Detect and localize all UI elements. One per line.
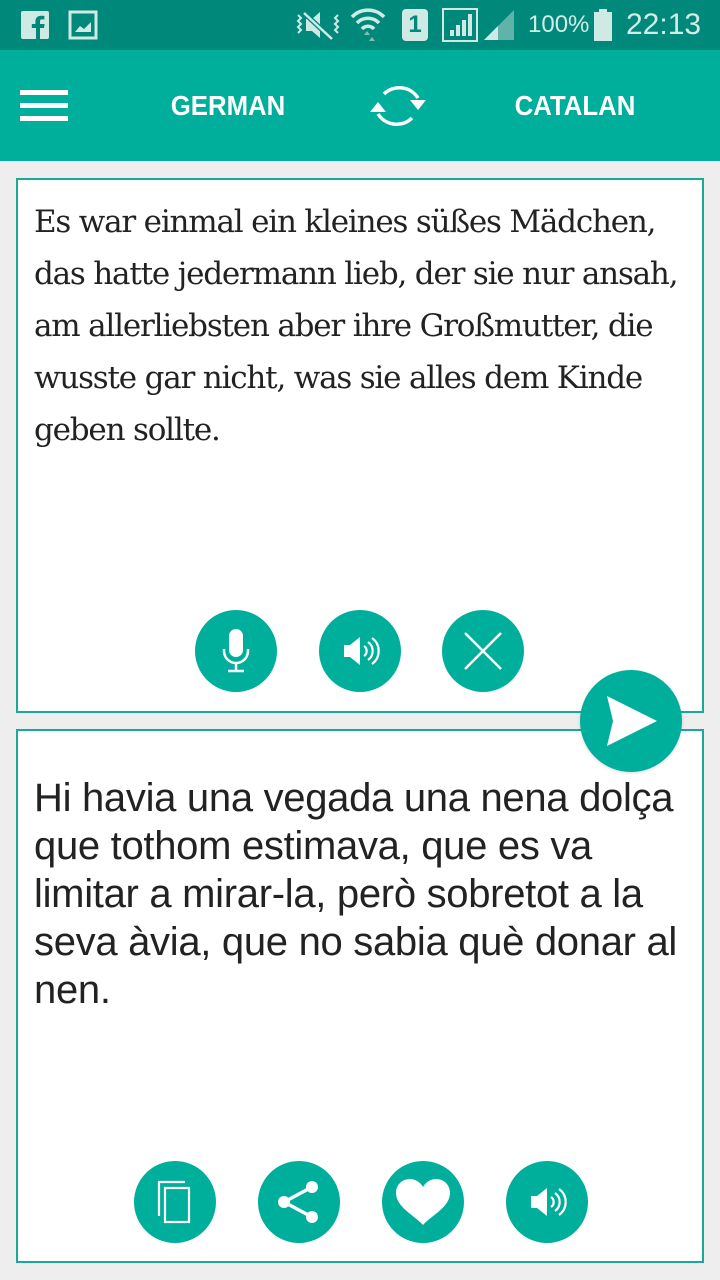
microphone-button[interactable] xyxy=(195,610,277,692)
swap-languages-button[interactable] xyxy=(362,76,434,136)
battery-icon xyxy=(594,0,612,50)
speaker-icon xyxy=(344,637,380,665)
wifi-icon xyxy=(350,0,386,50)
facebook-icon xyxy=(20,0,50,50)
sim-1-icon: 1 xyxy=(402,0,428,50)
share-icon xyxy=(278,1181,318,1223)
image-icon xyxy=(68,0,98,50)
source-language-button[interactable]: GERMAN xyxy=(154,50,301,161)
send-icon xyxy=(607,696,657,746)
swap-languages-icon xyxy=(370,85,426,127)
microphone-icon xyxy=(222,629,250,673)
battery-percent: 100% xyxy=(528,11,590,38)
share-button[interactable] xyxy=(258,1161,340,1243)
close-icon xyxy=(464,632,502,670)
favorite-button[interactable] xyxy=(382,1161,464,1243)
heart-icon xyxy=(396,1179,450,1225)
app-bar: GERMAN CATALAN xyxy=(0,50,720,161)
copy-button[interactable] xyxy=(134,1161,216,1243)
speak-translation-button[interactable] xyxy=(506,1161,588,1243)
target-language-button[interactable]: CATALAN xyxy=(497,50,653,161)
copy-icon xyxy=(157,1180,191,1224)
speaker-icon xyxy=(531,1188,567,1216)
signal-icon xyxy=(482,0,516,50)
translated-text: Hi havia una vegada una nena dolça que t… xyxy=(34,776,678,1012)
signal-icon xyxy=(442,0,478,50)
source-text-input[interactable]: Es war einmal ein kleines süßes Mädchen,… xyxy=(34,196,694,456)
status-bar: 1 100% 22:13 xyxy=(0,0,720,50)
speak-source-button[interactable] xyxy=(319,610,401,692)
menu-button[interactable] xyxy=(20,88,68,124)
clock: 22:13 xyxy=(626,8,702,41)
vibrate-mute-icon xyxy=(294,0,342,50)
translate-button[interactable] xyxy=(580,670,682,772)
target-panel: Hi havia una vegada una nena dolça que t… xyxy=(16,729,704,1263)
source-panel: Es war einmal ein kleines süßes Mädchen,… xyxy=(16,178,704,713)
clear-button[interactable] xyxy=(442,610,524,692)
